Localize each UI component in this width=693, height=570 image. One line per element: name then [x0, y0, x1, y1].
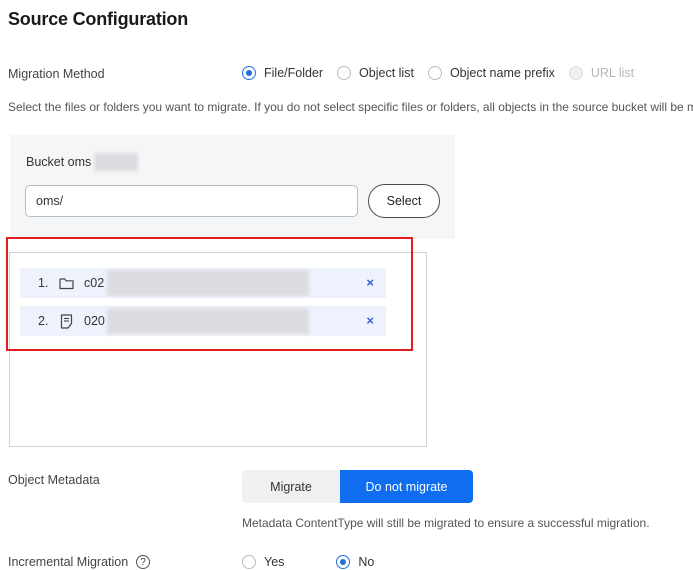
- migration-method-label: Migration Method: [8, 67, 105, 81]
- radio-no[interactable]: No: [336, 555, 374, 569]
- radio-dot[interactable]: [242, 555, 256, 569]
- do-not-migrate-option[interactable]: Do not migrate: [340, 470, 473, 503]
- incremental-migration-label: Incremental Migration: [8, 555, 129, 569]
- highlight-annotation-box: [6, 237, 413, 351]
- metadata-hint: Metadata ContentType will still be migra…: [242, 516, 650, 530]
- help-icon[interactable]: ?: [136, 555, 151, 569]
- radio-dot: [568, 66, 583, 80]
- radio-label: Object name prefix: [449, 66, 555, 80]
- radio-dot[interactable]: [336, 555, 351, 569]
- radio-label: No: [358, 555, 375, 569]
- migration-method-radio-group: File/Folder Object list Object name pref…: [242, 66, 648, 80]
- radio-dot[interactable]: [242, 66, 256, 80]
- radio-object-list[interactable]: Object list: [337, 66, 414, 80]
- bucket-label: Bucket oms: [26, 155, 92, 169]
- migration-method-description: Select the files or folders you want to …: [8, 100, 693, 114]
- object-metadata-label: Object Metadata: [8, 473, 100, 487]
- radio-object-name-prefix[interactable]: Object name prefix: [427, 66, 555, 80]
- incremental-migration-field: Incremental Migration ?: [8, 555, 151, 569]
- radio-label: URL list: [590, 66, 635, 80]
- section-title: Source Configuration: [8, 9, 188, 29]
- radio-file-folder[interactable]: File/Folder: [242, 66, 323, 80]
- radio-label: Object list: [359, 66, 414, 80]
- incremental-radio-group: Yes No: [242, 555, 388, 569]
- radio-label: Yes: [264, 555, 285, 569]
- select-button[interactable]: Select: [368, 184, 440, 218]
- metadata-toggle: Migrate Do not migrate: [242, 470, 473, 503]
- migrate-option[interactable]: Migrate: [242, 470, 340, 503]
- redacted-bucket-suffix: [94, 153, 138, 171]
- radio-label: File/Folder: [264, 66, 324, 80]
- bucket-path-input[interactable]: oms/: [25, 185, 358, 217]
- radio-url-list: URL list: [568, 66, 635, 80]
- radio-dot[interactable]: [427, 66, 442, 80]
- radio-dot[interactable]: [337, 66, 352, 80]
- radio-yes[interactable]: Yes: [242, 555, 284, 569]
